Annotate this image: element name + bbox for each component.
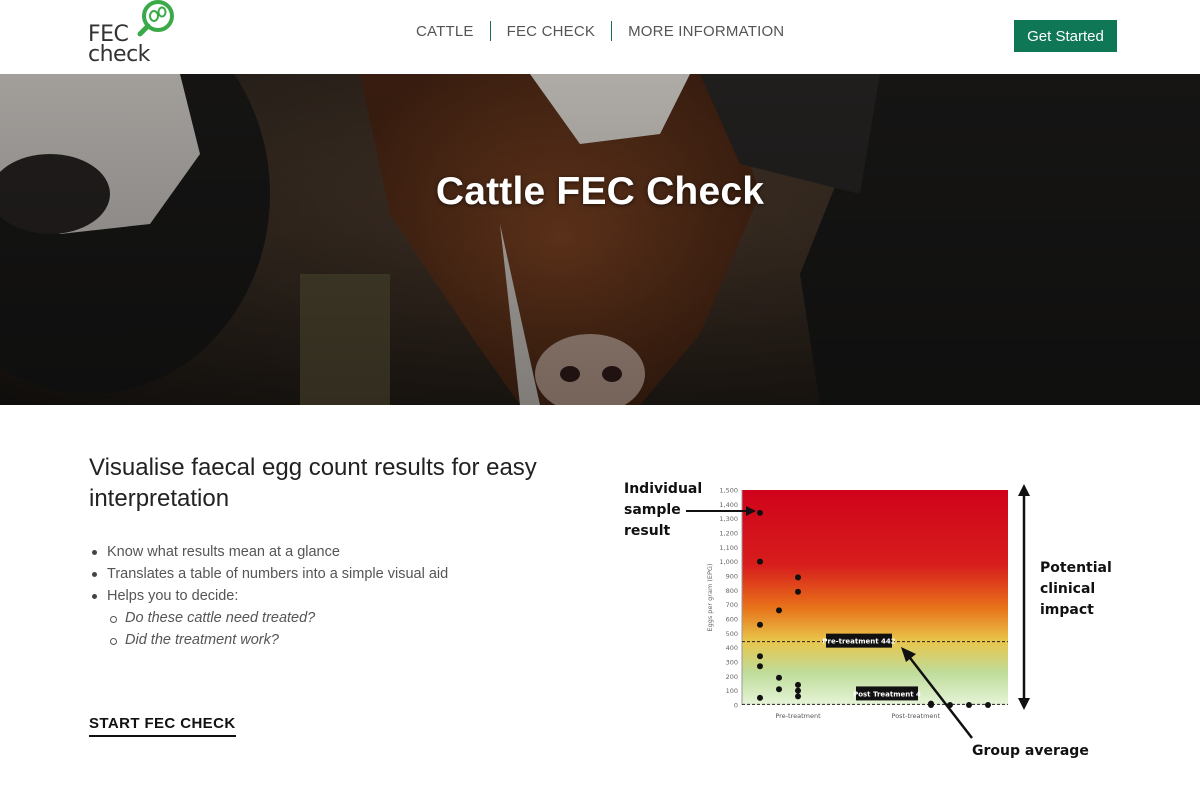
y-tick-label: 1,500 bbox=[719, 487, 738, 495]
data-point bbox=[928, 702, 934, 708]
data-point bbox=[757, 694, 763, 701]
y-tick-label: 400 bbox=[726, 644, 738, 652]
data-point bbox=[795, 687, 801, 694]
start-fec-check-link[interactable]: START FEC CHECK bbox=[89, 715, 236, 737]
annotation-group-average: Group average bbox=[972, 743, 1089, 759]
y-tick-label: 1,300 bbox=[719, 515, 738, 523]
arrowhead-potential-bottom bbox=[1018, 698, 1030, 710]
hero-title: Cattle FEC Check bbox=[435, 170, 765, 213]
y-tick-label: 700 bbox=[726, 601, 738, 609]
magnifier-icon bbox=[137, 0, 174, 37]
main-nav: CATTLE FEC CHECK MORE INFORMATION bbox=[400, 21, 800, 41]
data-point bbox=[795, 574, 801, 581]
data-point bbox=[757, 558, 763, 565]
reference-label: Post Treatment 4 bbox=[853, 690, 921, 698]
y-tick-label: 800 bbox=[726, 587, 738, 595]
reference-label: Pre-treatment 442 bbox=[822, 638, 895, 646]
list-item: Know what results mean at a glance bbox=[89, 542, 569, 564]
risk-gradient-area bbox=[742, 490, 1008, 705]
nav-item-cattle[interactable]: CATTLE bbox=[400, 23, 490, 40]
arrowhead-potential-top bbox=[1018, 484, 1030, 496]
data-point bbox=[795, 693, 801, 700]
data-point bbox=[985, 702, 991, 708]
sub-list-item: Did the treatment work? bbox=[89, 630, 569, 652]
y-tick-label: 0 bbox=[734, 702, 738, 710]
nav-item-fec-check[interactable]: FEC CHECK bbox=[491, 23, 611, 40]
y-tick-label: 1,400 bbox=[719, 501, 738, 509]
x-category-label: Post-treatment bbox=[892, 712, 941, 720]
cattle-hero-image bbox=[0, 74, 1200, 405]
data-point bbox=[757, 653, 763, 660]
x-category-label: Pre-treatment bbox=[775, 712, 821, 720]
y-tick-label: 100 bbox=[726, 687, 738, 695]
data-point bbox=[776, 674, 782, 681]
sub-list-item: Do these cattle need treated? bbox=[89, 608, 569, 630]
fec-chart: 0 100 200 300 400 500 600 700 800 900 1,000 1,100 1,… bbox=[620, 470, 1120, 770]
nav-item-more-information[interactable]: MORE INFORMATION bbox=[612, 23, 800, 40]
y-tick-label: 1,000 bbox=[719, 558, 738, 566]
y-tick-label: 1,200 bbox=[719, 530, 738, 538]
data-point bbox=[776, 686, 782, 693]
annotation-individual-sample: Individual sample result bbox=[624, 481, 703, 539]
data-point bbox=[757, 509, 763, 516]
y-tick-label: 900 bbox=[726, 573, 738, 581]
y-axis-label: Eggs per gram (EPG) bbox=[706, 564, 714, 632]
y-tick-label: 300 bbox=[726, 659, 738, 667]
y-tick-label: 1,100 bbox=[719, 544, 738, 552]
y-tick-label: 600 bbox=[726, 616, 738, 624]
fec-check-logo[interactable]: FEC check bbox=[86, 0, 186, 70]
data-point bbox=[757, 663, 763, 670]
y-tick-label: 200 bbox=[726, 673, 738, 681]
get-started-button[interactable]: Get Started bbox=[1014, 20, 1117, 52]
y-tick-label: 500 bbox=[726, 630, 738, 638]
site-header: FEC check CATTLE FEC CHECK MORE INFORMAT… bbox=[0, 0, 1200, 74]
feature-list: Know what results mean at a glance Trans… bbox=[89, 542, 569, 652]
data-point bbox=[966, 702, 972, 708]
annotation-potential-impact: Potential clinical impact bbox=[1040, 560, 1112, 618]
data-point bbox=[776, 607, 782, 614]
hero-banner: Cattle FEC Check bbox=[0, 74, 1200, 405]
data-point bbox=[795, 588, 801, 595]
list-item: Helps you to decide: bbox=[89, 586, 569, 608]
data-point bbox=[795, 681, 801, 688]
data-point bbox=[757, 621, 763, 628]
section-heading: Visualise faecal egg count results for e… bbox=[89, 454, 537, 512]
list-item: Translates a table of numbers into a sim… bbox=[89, 564, 569, 586]
logo-line-check: check bbox=[88, 42, 150, 67]
